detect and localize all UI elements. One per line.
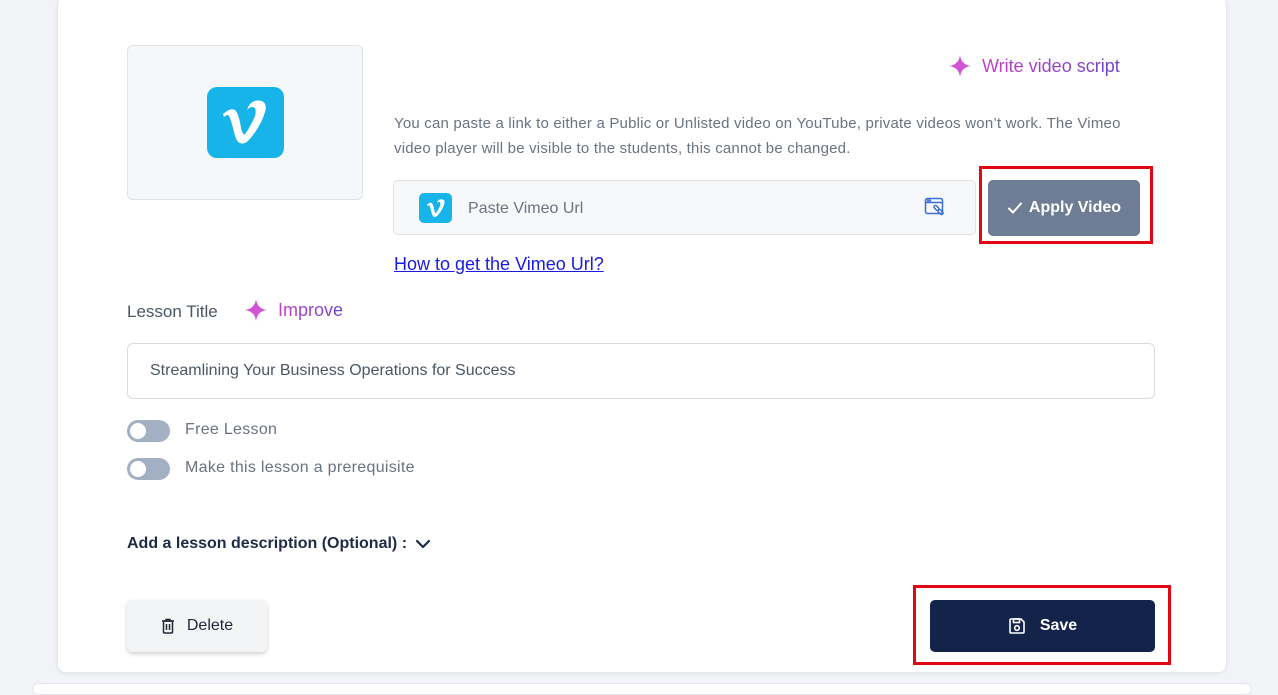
improve-title-link[interactable]: Improve — [244, 298, 343, 322]
paste-link-icon[interactable] — [924, 196, 946, 223]
lesson-title-label: Lesson Title — [127, 302, 218, 321]
improve-label: Improve — [278, 299, 344, 320]
write-video-script-link[interactable]: Write video script — [948, 54, 1120, 78]
chevron-down-icon — [415, 539, 431, 549]
highlight-save — [913, 585, 1171, 665]
lesson-description-toggle[interactable]: Add a lesson description (Optional) : — [127, 535, 431, 553]
free-lesson-label: Free Lesson — [185, 421, 278, 438]
vimeo-logo-icon — [206, 87, 284, 158]
video-help-text: You can paste a link to either a Public … — [394, 115, 1121, 157]
delete-button[interactable]: Delete — [127, 600, 267, 652]
write-video-script-label: Write video script — [982, 55, 1120, 76]
vimeo-small-icon — [419, 193, 452, 223]
sparkle-icon — [949, 55, 971, 77]
video-thumbnail — [127, 45, 363, 200]
delete-label: Delete — [186, 617, 234, 634]
next-card — [32, 683, 1252, 695]
lesson-description-label: Add a lesson description (Optional) : — [127, 535, 408, 552]
sparkle-icon — [245, 299, 267, 321]
trash-icon — [161, 618, 174, 634]
prerequisite-toggle[interactable] — [127, 458, 170, 480]
highlight-apply-video — [979, 166, 1153, 244]
vimeo-url-field[interactable] — [393, 180, 976, 235]
vimeo-url-help-link[interactable]: How to get the Vimeo Url? — [394, 254, 604, 275]
toggle-knob — [130, 423, 146, 439]
toggle-knob — [130, 461, 146, 477]
prerequisite-label: Make this lesson a prerequisite — [185, 459, 415, 476]
free-lesson-toggle[interactable] — [127, 420, 170, 442]
vimeo-url-input[interactable] — [466, 193, 910, 225]
lesson-title-input[interactable] — [127, 343, 1155, 399]
